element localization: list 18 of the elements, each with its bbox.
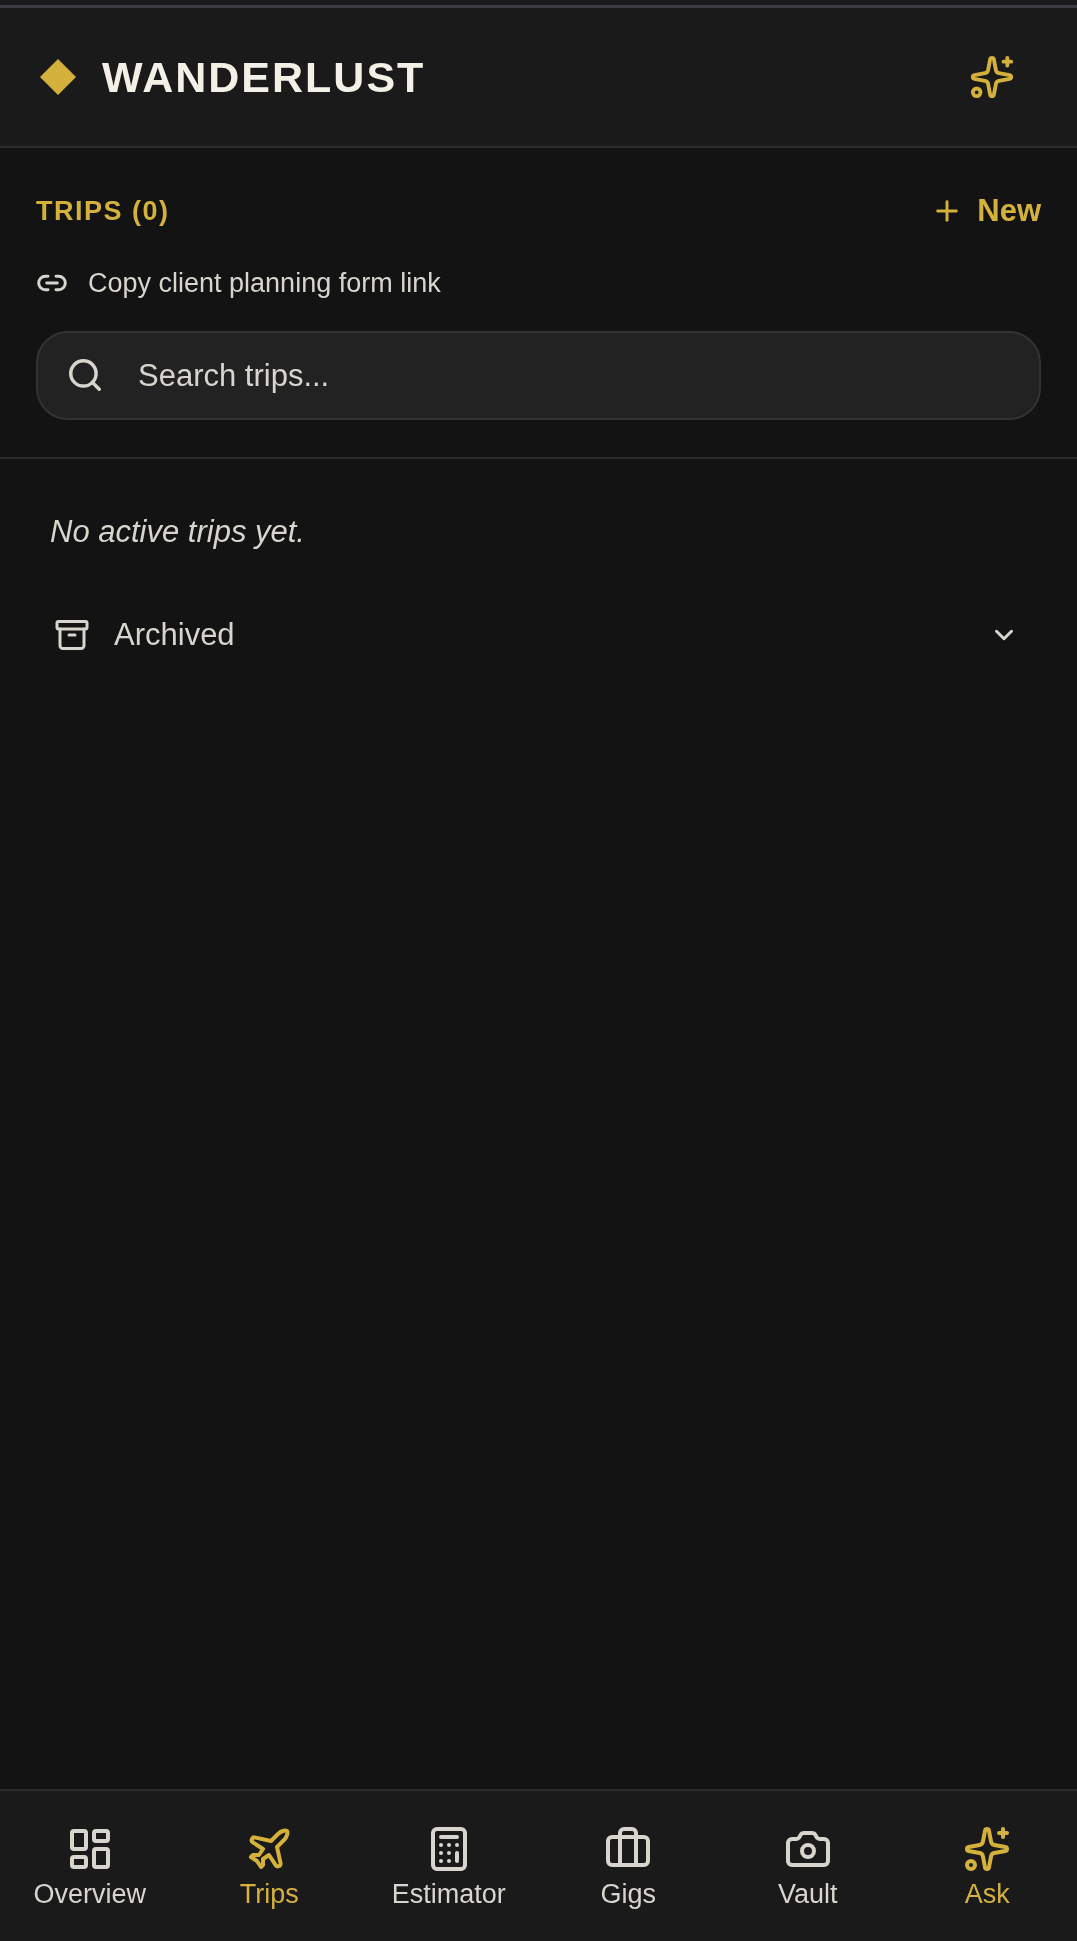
ai-assistant-button[interactable] [969,54,1015,100]
search-icon [66,356,104,394]
nav-tab[interactable]: Vault [718,1824,898,1908]
archived-toggle[interactable]: Archived [50,603,1027,666]
sparkles-icon [969,54,1015,100]
nav-tab[interactable]: Gigs [538,1824,718,1908]
nav-tab[interactable]: Trips [179,1824,359,1908]
ask-button[interactable]: Ask [897,1824,1077,1908]
diamond-icon [40,59,76,95]
search-field[interactable]: Search trips... [36,331,1041,420]
sparkles-icon [963,1824,1012,1873]
nav-tab[interactable]: Overview [0,1824,180,1908]
empty-message: No active trips yet. [50,513,306,551]
app-title: WANDERLUST [102,55,426,99]
new-trip-button[interactable]: New [931,188,1041,235]
copy-link-button[interactable]: Copy client planning form link [36,262,441,303]
section-heading: TRIPS (0) [36,195,170,228]
nav-tab[interactable]: Estimator [359,1824,539,1908]
